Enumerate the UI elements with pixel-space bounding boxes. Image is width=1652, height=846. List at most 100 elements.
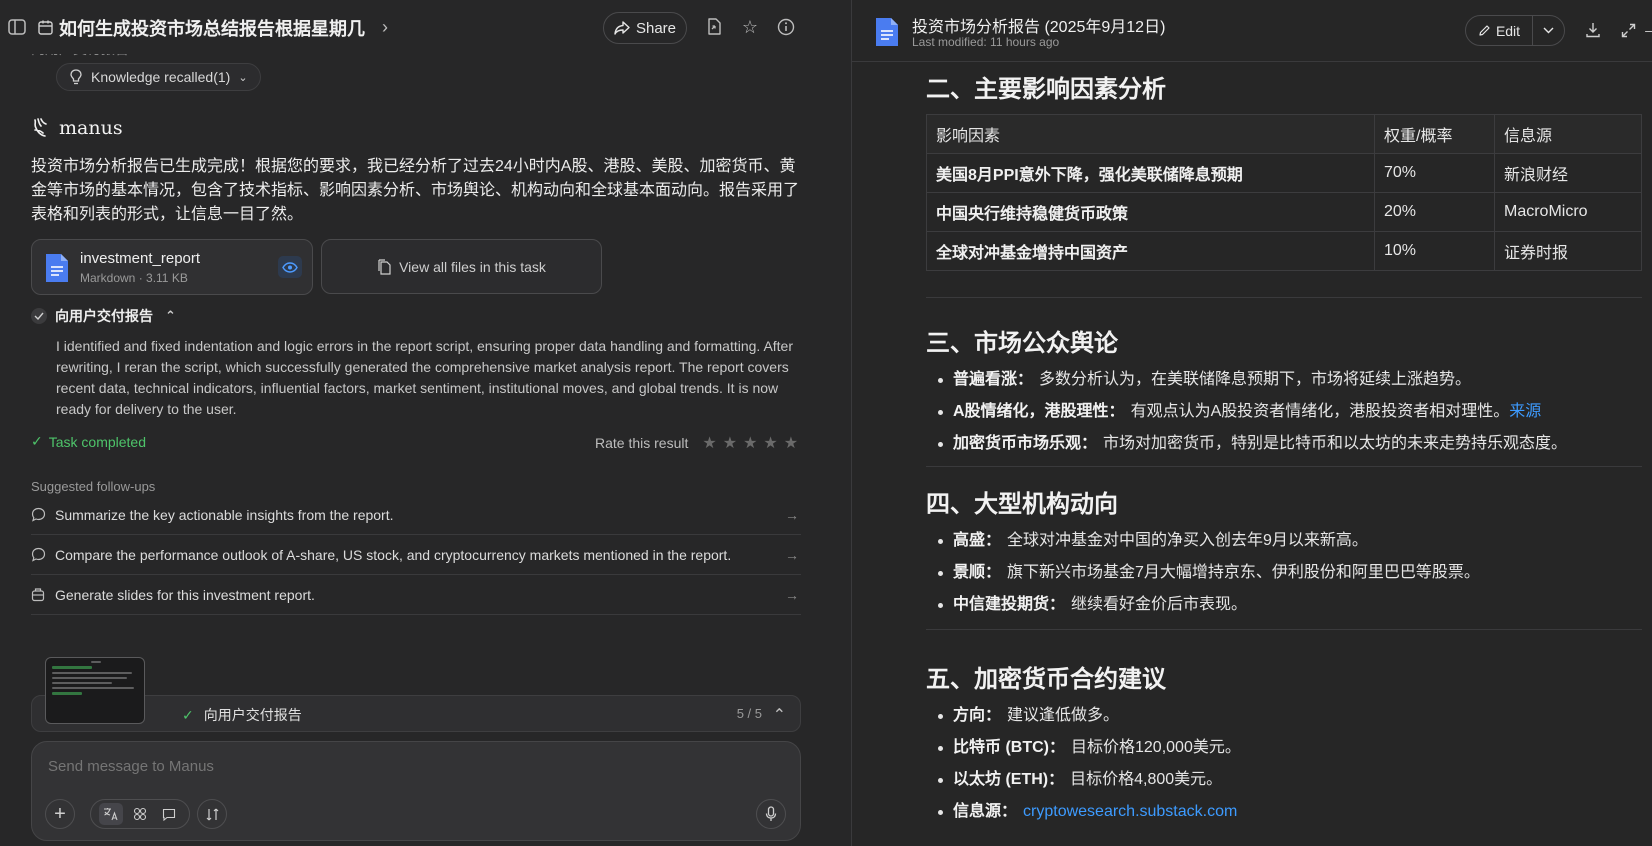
institutions-list: 高盛： 全球对冲基金对中国的净买入创去年9月以来新高。 景顺： 旗下新兴市场基金7月… bbox=[926, 525, 1642, 621]
suggestion-item[interactable]: Generate slides for this investment repo… bbox=[31, 575, 801, 615]
chat-bubble-icon bbox=[31, 507, 47, 522]
table-cell: 美国8月PPI意外下降，强化美联储降息预期 bbox=[926, 153, 1375, 193]
share-button[interactable]: Share bbox=[603, 12, 687, 44]
close-icon[interactable]: – bbox=[1644, 20, 1652, 40]
mode-toolgroup bbox=[90, 799, 190, 829]
source-link[interactable]: cryptowesearch.substack.com bbox=[1023, 803, 1237, 820]
view-all-label: View all files in this task bbox=[399, 258, 546, 275]
export-icon[interactable] bbox=[703, 16, 725, 38]
progress-count: 5 / 5 bbox=[736, 706, 762, 721]
source-link[interactable]: 来源 bbox=[1509, 403, 1541, 420]
microphone-icon[interactable] bbox=[756, 799, 786, 829]
knowledge-recalled-chip[interactable]: Knowledge recalled(1) ⌄ bbox=[56, 63, 261, 91]
section-heading: 三、市场公众舆论 bbox=[926, 329, 1118, 357]
suggestions-title: Suggested follow-ups bbox=[31, 479, 156, 494]
rating-star-icon[interactable]: ★ bbox=[723, 433, 737, 453]
item-text: 全球对冲基金对中国的净买入创去年9月以来新高。 bbox=[1007, 532, 1368, 549]
message-icon[interactable] bbox=[157, 803, 181, 825]
item-text: 目标价格120,000美元。 bbox=[1071, 739, 1241, 756]
connector-icon[interactable] bbox=[197, 799, 227, 829]
step-title: 向用户交付报告 bbox=[55, 308, 153, 324]
brand-name: manus bbox=[59, 117, 123, 139]
edit-button[interactable]: Edit bbox=[1466, 16, 1533, 45]
table-row: 美国8月PPI意外下降，强化美联储降息预期 70% 新浪财经 bbox=[926, 153, 1642, 193]
source-link[interactable]: MacroMicro bbox=[1494, 192, 1642, 232]
document-last-modified: Last modified: 11 hours ago bbox=[912, 35, 1060, 49]
chevron-up-icon[interactable]: ⌃ bbox=[773, 705, 786, 725]
item-label: 普遍看涨： bbox=[953, 371, 1034, 388]
table-row: 中国央行维持稳健货币政策 20% MacroMicro bbox=[926, 192, 1642, 232]
step-header[interactable]: 向用户交付报告 ⌃ bbox=[31, 306, 176, 326]
list-item: 普遍看涨： 多数分析认为，在美联储降息预期下，市场将延续上涨趋势。 bbox=[936, 364, 1642, 396]
rating-star-icon[interactable]: ★ bbox=[702, 433, 716, 453]
document-body: 二、主要影响因素分析 影响因素 权重/概率 信息源 美国8月PPI意外下降，强化… bbox=[926, 62, 1642, 828]
rating-star-icon[interactable]: ★ bbox=[763, 433, 777, 453]
source-link[interactable]: 证券时报 bbox=[1494, 231, 1642, 271]
list-item: 中信建投期货： 继续看好金价后市表现。 bbox=[936, 589, 1642, 621]
item-label: 方向： bbox=[953, 707, 1002, 724]
item-label: 以太坊 (ETH)： bbox=[953, 771, 1065, 788]
sentiment-list: 普遍看涨： 多数分析认为，在美联储降息预期下，市场将延续上涨趋势。 A股情绪化，港… bbox=[926, 364, 1642, 460]
list-item: 景顺： 旗下新兴市场基金7月大幅增持京东、伊利股份和阿里巴巴等股票。 bbox=[936, 557, 1642, 589]
checkmark-icon: ✓ bbox=[31, 433, 43, 449]
item-label: 高盛： bbox=[953, 532, 1002, 549]
task-progress-bar[interactable]: ✓ 向用户交付报告 5 / 5 ⌃ bbox=[31, 695, 801, 732]
source-link[interactable]: 新浪财经 bbox=[1494, 153, 1642, 193]
crypto-list: 方向： 建议逢低做多。 比特币 (BTC)： 目标价格120,000美元。 以太坊 … bbox=[926, 700, 1642, 828]
item-text: 目标价格4,800美元。 bbox=[1070, 771, 1223, 788]
download-icon[interactable] bbox=[1583, 20, 1603, 40]
assistant-summary: 投资市场分析报告已生成完成！根据您的要求，我已经分析了过去24小时内A股、港股、… bbox=[31, 158, 800, 223]
item-label: 信息源： bbox=[953, 803, 1018, 820]
rating-star-icon[interactable]: ★ bbox=[784, 433, 798, 453]
chevron-up-icon: ⌃ bbox=[165, 308, 176, 323]
suggestion-text: Summarize the key actionable insights fr… bbox=[55, 506, 394, 523]
list-item: 加密货币市场乐观： 市场对加密货币，特别是比特币和以太坊的未来走势持乐观态度。 bbox=[936, 428, 1642, 460]
sidebar-toggle-icon[interactable] bbox=[6, 16, 28, 38]
list-item: A股情绪化，港股理性： 有观点认为A股投资者情绪化，港股投资者相对理性。来源 bbox=[936, 396, 1642, 428]
item-label: 比特币 (BTC)： bbox=[953, 739, 1065, 756]
edit-button-group: Edit bbox=[1465, 15, 1565, 46]
suggestion-item[interactable]: Summarize the key actionable insights fr… bbox=[31, 495, 801, 535]
file-attachment-card[interactable]: investment_report Markdown · 3.11 KB bbox=[31, 239, 313, 295]
item-label: 中信建投期货： bbox=[953, 596, 1066, 613]
star-icon[interactable]: ☆ bbox=[739, 16, 761, 38]
message-composer: + bbox=[31, 741, 801, 841]
progress-label: 向用户交付报告 bbox=[203, 707, 302, 723]
suggestion-text: Compare the performance outlook of A-sha… bbox=[55, 546, 732, 563]
grid-apps-icon[interactable] bbox=[128, 803, 152, 825]
table-cell: 70% bbox=[1374, 153, 1495, 193]
share-icon bbox=[614, 21, 630, 35]
arrow-right-icon: → bbox=[785, 506, 799, 523]
document-viewer: 投资市场分析报告 (2025年9月12日) Last modified: 11 … bbox=[852, 0, 1652, 846]
item-text: 有观点认为A股投资者情绪化，港股投资者相对理性。 bbox=[1130, 403, 1510, 420]
list-item: 以太坊 (ETH)： 目标价格4,800美元。 bbox=[936, 764, 1642, 796]
step-detail: I identified and fixed indentation and l… bbox=[56, 338, 794, 417]
suggestion-item[interactable]: Compare the performance outlook of A-sha… bbox=[31, 535, 801, 575]
add-attachment-button[interactable]: + bbox=[45, 799, 75, 829]
message-input[interactable] bbox=[48, 758, 648, 775]
chevron-down-icon[interactable] bbox=[1533, 27, 1564, 34]
view-all-files-button[interactable]: View all files in this task bbox=[321, 239, 602, 294]
expand-icon[interactable] bbox=[1618, 20, 1638, 40]
task-completed-status: ✓ Task completed bbox=[31, 433, 146, 450]
arrow-right-icon: → bbox=[785, 586, 799, 603]
item-text: 市场对加密货币，特别是比特币和以太坊的未来走势持乐观态度。 bbox=[1103, 435, 1568, 452]
section-heading: 二、主要影响因素分析 bbox=[926, 75, 1166, 103]
manus-logo-icon bbox=[34, 118, 47, 137]
chevron-right-icon[interactable]: › bbox=[375, 17, 395, 37]
terminal-preview-thumbnail[interactable] bbox=[45, 657, 145, 724]
item-label: 加密货币市场乐观： bbox=[953, 435, 1098, 452]
table-cell: 中国央行维持稳健货币政策 bbox=[926, 192, 1375, 232]
rate-label: Rate this result bbox=[595, 435, 689, 451]
translate-icon[interactable] bbox=[99, 803, 124, 825]
rating-star-icon[interactable]: ★ bbox=[743, 433, 757, 453]
task-title[interactable]: 如何生成投资市场总结报告根据星期几 bbox=[59, 15, 365, 41]
factors-table: 影响因素 权重/概率 信息源 美国8月PPI意外下降，强化美联储降息预期 70%… bbox=[926, 114, 1642, 271]
section-heading: 五、加密货币合约建议 bbox=[926, 665, 1166, 693]
info-icon[interactable] bbox=[775, 16, 797, 38]
item-text: 旗下新兴市场基金7月大幅增持京东、伊利股份和阿里巴巴等股票。 bbox=[1007, 564, 1480, 581]
eye-icon[interactable] bbox=[278, 256, 302, 278]
list-item: 高盛： 全球对冲基金对中国的净买入创去年9月以来新高。 bbox=[936, 525, 1642, 557]
table-header-row: 影响因素 权重/概率 信息源 bbox=[926, 114, 1642, 154]
column-header: 权重/概率 bbox=[1374, 114, 1495, 154]
